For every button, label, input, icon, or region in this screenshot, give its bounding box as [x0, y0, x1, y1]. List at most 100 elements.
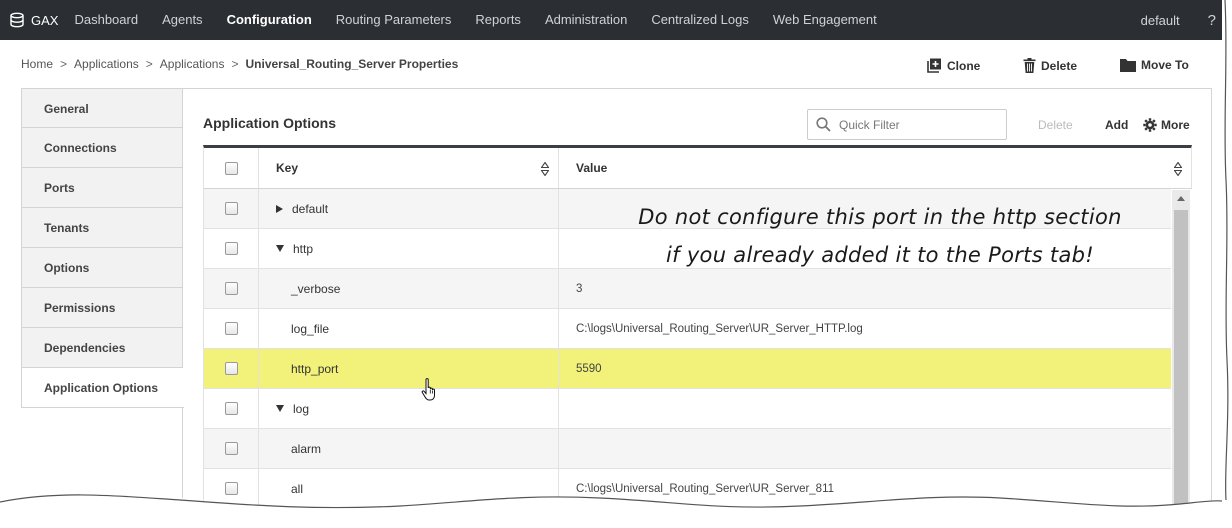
collapse-arrow-icon[interactable] — [276, 405, 284, 412]
select-all-checkbox[interactable] — [224, 161, 238, 175]
column-key-label: Key — [276, 161, 299, 175]
table-row[interactable]: log_file C:\logs\Universal_Routing_Serve… — [203, 309, 1171, 349]
collapse-arrow-icon[interactable] — [276, 245, 284, 252]
more-label: More — [1161, 118, 1190, 132]
sort-icon[interactable] — [541, 162, 549, 176]
folder-icon — [1120, 59, 1136, 72]
column-header-key[interactable]: Key — [259, 148, 559, 188]
row-checkbox[interactable] — [224, 242, 238, 255]
tab-application-options[interactable]: Application Options — [21, 368, 184, 408]
row-value-cell: 5590 — [559, 349, 1171, 388]
app-name: GAX — [31, 12, 59, 28]
trash-icon — [1023, 58, 1036, 73]
quick-filter-field[interactable] — [807, 109, 1007, 140]
move-to-button[interactable]: Move To — [1120, 58, 1189, 72]
row-checkbox-cell — [204, 389, 259, 428]
breadcrumb-current: Universal_Routing_Server Properties — [245, 57, 459, 71]
row-key: _verbose — [291, 281, 341, 296]
table-row-highlighted[interactable]: http_port 5590 — [203, 349, 1171, 389]
row-checkbox[interactable] — [224, 442, 238, 455]
row-checkbox-cell — [204, 229, 259, 268]
breadcrumb: Home > Applications > Applications > Uni… — [21, 57, 458, 71]
side-tab-list: General Connections Ports Tenants Option… — [21, 88, 184, 408]
row-key: default — [292, 201, 329, 216]
table-row[interactable]: alarm — [203, 429, 1171, 469]
user-menu[interactable]: default — [1141, 13, 1180, 28]
row-checkbox[interactable] — [224, 322, 238, 335]
quick-filter-input[interactable] — [839, 117, 999, 132]
row-value-cell — [559, 389, 1171, 428]
nav-item-centralized-logs[interactable]: Centralized Logs — [639, 0, 761, 40]
row-key: log — [293, 401, 310, 416]
breadcrumb-home[interactable]: Home — [21, 57, 53, 71]
nav-item-dashboard[interactable]: Dashboard — [62, 0, 150, 40]
tab-tenants[interactable]: Tenants — [21, 208, 183, 248]
row-checkbox[interactable] — [224, 362, 238, 375]
clone-icon — [927, 58, 941, 73]
row-value-cell: 3 — [559, 269, 1171, 308]
nav-item-routing-parameters[interactable]: Routing Parameters — [324, 0, 464, 40]
nav-item-agents[interactable]: Agents — [150, 0, 214, 40]
row-checkbox-cell — [204, 309, 259, 348]
clone-label: Clone — [947, 58, 981, 73]
breadcrumb-applications[interactable]: Applications — [74, 57, 139, 71]
expand-arrow-icon[interactable] — [276, 204, 283, 213]
app-brand[interactable]: GAX — [0, 12, 58, 28]
gear-icon — [1143, 118, 1157, 132]
breadcrumb-applications-folder[interactable]: Applications — [160, 57, 225, 71]
annotation-line-2: if you already added it to the Ports tab… — [666, 243, 1094, 267]
delete-label: Delete — [1041, 58, 1078, 73]
table-header: Key Value — [203, 145, 1192, 189]
row-value: 3 — [576, 282, 583, 295]
row-key-cell: default — [259, 189, 559, 228]
tab-connections[interactable]: Connections — [21, 128, 183, 168]
row-value: C:\logs\Universal_Routing_Server\UR_Serv… — [576, 322, 863, 335]
nav-item-administration[interactable]: Administration — [533, 0, 639, 40]
torn-edge-decoration — [0, 494, 1232, 528]
move-to-label: Move To — [1141, 58, 1189, 72]
hand-cursor-icon — [421, 378, 435, 401]
delete-button[interactable]: Delete — [1023, 58, 1077, 73]
row-checkbox-cell — [204, 349, 259, 388]
row-checkbox[interactable] — [224, 282, 238, 295]
row-key-cell: alarm — [259, 429, 559, 468]
add-option-button[interactable]: Add — [1105, 118, 1128, 132]
tab-permissions[interactable]: Permissions — [21, 288, 183, 328]
clone-button[interactable]: Clone — [927, 58, 980, 73]
delete-option-button[interactable]: Delete — [1038, 118, 1073, 132]
row-key-cell: http — [259, 229, 559, 268]
table-row[interactable]: log — [203, 389, 1171, 429]
row-checkbox[interactable] — [224, 402, 238, 415]
row-key: alarm — [291, 441, 322, 456]
more-menu-button[interactable]: More — [1143, 118, 1190, 132]
table-row[interactable]: _verbose 3 — [203, 269, 1171, 309]
top-nav-bar: GAX Dashboard Agents Configuration Routi… — [0, 0, 1232, 40]
row-value-cell — [559, 429, 1171, 468]
row-checkbox-cell — [204, 429, 259, 468]
nav-item-reports[interactable]: Reports — [463, 0, 533, 40]
breadcrumb-separator: > — [60, 57, 68, 71]
row-checkbox[interactable] — [224, 202, 238, 215]
tab-general[interactable]: General — [21, 88, 183, 128]
tab-dependencies[interactable]: Dependencies — [21, 328, 183, 368]
help-icon[interactable]: ? — [1208, 12, 1216, 29]
search-icon — [816, 117, 831, 132]
nav-item-web-engagement[interactable]: Web Engagement — [761, 0, 889, 40]
row-key: http — [293, 241, 314, 256]
row-value-cell: C:\logs\Universal_Routing_Server\UR_Serv… — [559, 309, 1171, 348]
annotation-line-1: Do not configure this port in the http s… — [638, 205, 1122, 229]
row-key-cell: log — [259, 389, 559, 428]
row-key-cell: _verbose — [259, 269, 559, 308]
tab-options[interactable]: Options — [21, 248, 183, 288]
row-checkbox-cell — [204, 269, 259, 308]
tab-ports[interactable]: Ports — [21, 168, 183, 208]
breadcrumb-separator: > — [231, 57, 239, 71]
breadcrumb-separator: > — [145, 57, 153, 71]
nav-item-configuration[interactable]: Configuration — [215, 0, 324, 40]
header-checkbox-cell — [204, 148, 259, 188]
column-header-value[interactable]: Value — [559, 148, 1191, 188]
options-table: Key Value default http _verbose 3 log_fi… — [203, 145, 1192, 509]
sort-icon[interactable] — [1174, 162, 1182, 176]
row-checkbox-cell — [204, 189, 259, 228]
database-icon — [10, 12, 24, 28]
